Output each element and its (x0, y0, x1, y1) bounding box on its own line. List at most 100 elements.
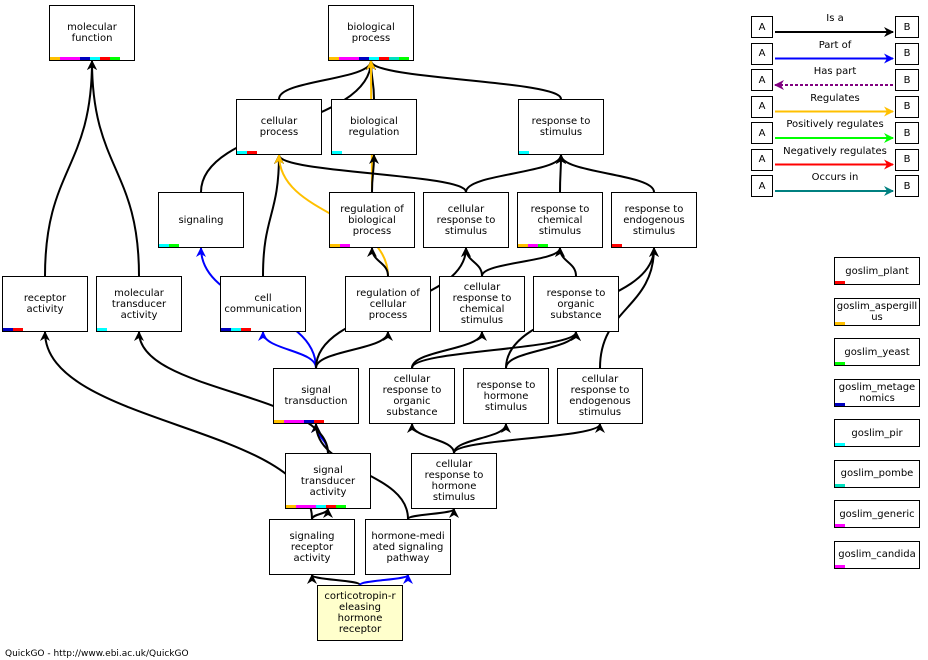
slim-label: goslim_pombe (840, 468, 914, 479)
term-node-cros[interactable]: cellular response to organic substance (369, 368, 455, 424)
edge-is-a (407, 508, 459, 520)
term-node-sra[interactable]: signaling receptor activity (269, 519, 355, 575)
edge-is-a (505, 331, 581, 369)
slim-bar (518, 244, 548, 247)
legend-label: Regulates (810, 92, 860, 104)
slim-swatch (336, 505, 346, 508)
legend-box-a: A (751, 95, 773, 118)
slim-color-swatch (835, 564, 845, 568)
slim-swatch (306, 505, 316, 508)
slim-swatch (340, 244, 350, 247)
edge-is-a (465, 154, 566, 193)
term-label: response to hormone stimulus (476, 379, 536, 413)
slim-swatch (110, 57, 120, 60)
term-node-sta[interactable]: signal transducer activity (285, 453, 371, 509)
legend-box-b: B (895, 16, 919, 38)
term-node-rcs[interactable]: response to chemical stimulus (517, 192, 603, 248)
term-node-rhs[interactable]: response to hormone stimulus (463, 368, 549, 424)
edge-part-of (359, 574, 413, 586)
slim-swatch (519, 151, 529, 154)
edge-is-a (411, 331, 487, 369)
term-node-bp[interactable]: biological process (328, 5, 414, 61)
edge-is-a (307, 574, 361, 586)
term-node-mf[interactable]: molecular function (49, 5, 135, 61)
term-node-crcs[interactable]: cellular response to chemical stimulus (439, 276, 525, 332)
term-label: biological regulation (348, 116, 400, 138)
slim-legend-item: goslim_candida (834, 540, 920, 569)
term-label: receptor activity (23, 293, 67, 315)
term-node-cres[interactable]: cellular response to endogenous stimulus (557, 368, 643, 424)
slim-color-swatch (835, 362, 845, 365)
term-label: response to stimulus (531, 116, 591, 138)
slim-swatch (538, 244, 548, 247)
edge-is-a (40, 331, 313, 520)
edge-is-a (453, 423, 605, 454)
term-node-br[interactable]: biological regulation (331, 99, 417, 155)
term-label: response to organic substance (546, 287, 606, 321)
term-label: signaling receptor activity (289, 530, 335, 564)
term-label: cellular process (259, 116, 299, 138)
term-node-st[interactable]: signal transduction (273, 368, 359, 424)
slim-swatch (90, 57, 100, 60)
slim-legend-item: goslim_plant (834, 257, 920, 285)
slim-swatch (314, 420, 324, 423)
query-term-node[interactable]: corticotropin-r eleasing hormone recepto… (317, 585, 403, 641)
slim-label: goslim_plant (845, 265, 909, 277)
slim-bar (3, 328, 23, 331)
term-label: cellular response to endogenous stimulus (569, 374, 631, 418)
term-node-crs[interactable]: cellular response to stimulus (423, 192, 509, 248)
slim-legend-item: goslim_pir (834, 419, 920, 447)
slim-label: goslim_yeast (844, 346, 910, 358)
term-label: signaling (178, 214, 224, 226)
slim-label: goslim_aspergillus (836, 300, 918, 323)
legend-box-b: B (895, 42, 919, 65)
term-label: regulation of cellular process (356, 287, 420, 321)
edge-is-a (311, 508, 333, 520)
term-label: signal transducer activity (300, 464, 356, 498)
slim-legend-item: goslim_metagenomics (834, 378, 920, 407)
term-node-cc[interactable]: cell communication (220, 276, 306, 332)
slim-color-swatch (835, 321, 845, 325)
term-node-hmsp[interactable]: hormone-medi ated signaling pathway (365, 519, 451, 575)
term-node-res[interactable]: response to endogenous stimulus (611, 192, 697, 248)
footer-credit: QuickGO - http://www.ebi.ac.uk/QuickGO (5, 649, 189, 659)
term-label: response to chemical stimulus (530, 203, 590, 237)
term-node-ra[interactable]: receptor activity (2, 276, 88, 332)
slim-swatch (70, 57, 80, 60)
term-node-rbp[interactable]: regulation of biological process (329, 192, 415, 248)
legend-label: Has part (813, 66, 857, 77)
term-node-mta[interactable]: molecular transducer activity (96, 276, 182, 332)
term-label: cellular response to organic substance (382, 374, 442, 418)
term-node-cp[interactable]: cellular process (236, 99, 322, 155)
slim-swatch (97, 328, 107, 331)
slim-bar (159, 244, 179, 247)
term-node-rcp[interactable]: regulation of cellular process (345, 276, 431, 332)
term-label: cellular response to stimulus (436, 203, 496, 237)
slim-swatch (330, 244, 340, 247)
term-node-ros[interactable]: response to organic substance (533, 276, 619, 332)
edge-is-a (556, 154, 655, 193)
slim-color-swatch (835, 281, 845, 284)
term-label: cellular response to hormone stimulus (424, 459, 484, 503)
legend-box-a: A (751, 175, 773, 197)
term-node-rts[interactable]: response to stimulus (518, 99, 604, 155)
slim-swatch (50, 57, 60, 60)
edge-is-a (44, 60, 97, 277)
slim-swatch (274, 420, 284, 423)
slim-color-swatch (835, 443, 845, 446)
slim-swatch (221, 328, 231, 331)
slim-swatch (369, 57, 379, 60)
slim-bar (237, 151, 257, 154)
edge-is-a (407, 423, 455, 454)
legend-label: Positively regulates (786, 119, 884, 130)
legend-label: Negatively regulates (783, 145, 887, 157)
legend-box-a: A (751, 122, 773, 144)
edge-is-a (481, 247, 565, 277)
slim-bar (329, 57, 409, 60)
slim-swatch (359, 57, 369, 60)
term-node-sig[interactable]: signaling (158, 192, 244, 248)
slim-swatch (3, 328, 13, 331)
edge-is-a (315, 331, 393, 369)
legend-box-a: A (751, 16, 773, 38)
term-node-crhs[interactable]: cellular response to hormone stimulus (411, 453, 497, 509)
